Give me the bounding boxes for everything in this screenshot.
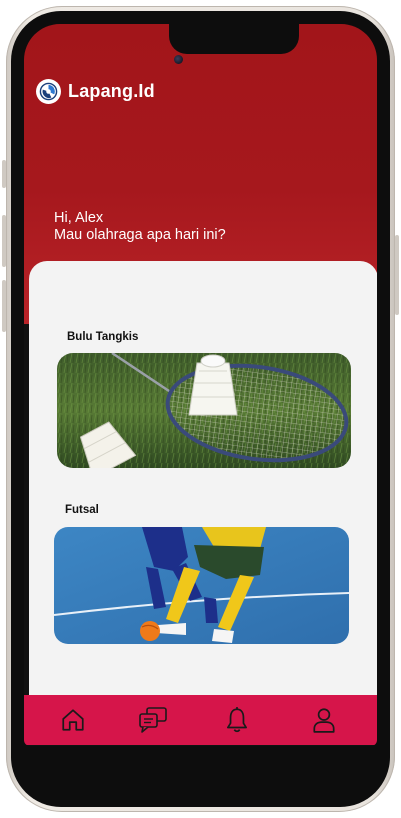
app-brand: Lapang.Id [36, 79, 155, 104]
sport-card-futsal[interactable] [54, 527, 349, 644]
futsal-photo [54, 527, 349, 644]
app-name: Lapang.Id [68, 81, 155, 101]
nav-notifications[interactable] [222, 705, 252, 735]
nav-home[interactable] [58, 705, 88, 735]
content-card: Bulu Tangkis Futsal [29, 261, 377, 706]
screen-bottom-bezel [24, 746, 377, 788]
profile-icon [313, 708, 335, 733]
nav-chat[interactable] [138, 705, 168, 735]
sport-title-futsal: Futsal [65, 504, 99, 516]
bottom-navigation [24, 695, 377, 745]
bell-icon [226, 707, 248, 733]
greeting-question: Mau olahraga apa hari ini? [54, 227, 226, 243]
home-icon [62, 709, 84, 731]
app-logo-icon [36, 79, 61, 104]
app-screen: Lapang.Id Hi, Alex Mau olahraga apa hari… [24, 24, 377, 746]
greeting: Hi, Alex Mau olahraga apa hari ini? [54, 210, 226, 244]
badminton-photo [57, 353, 351, 468]
chat-icon [139, 707, 167, 733]
power-button [395, 235, 399, 315]
volume-down-button [2, 280, 6, 332]
sport-card-bulu-tangkis[interactable] [57, 353, 351, 468]
greeting-name: Hi, Alex [54, 210, 104, 226]
nav-profile[interactable] [309, 705, 339, 735]
front-camera [174, 55, 183, 64]
mute-switch [2, 160, 6, 188]
sport-title-bulu-tangkis: Bulu Tangkis [67, 331, 139, 343]
notch [169, 24, 299, 54]
volume-up-button [2, 215, 6, 267]
